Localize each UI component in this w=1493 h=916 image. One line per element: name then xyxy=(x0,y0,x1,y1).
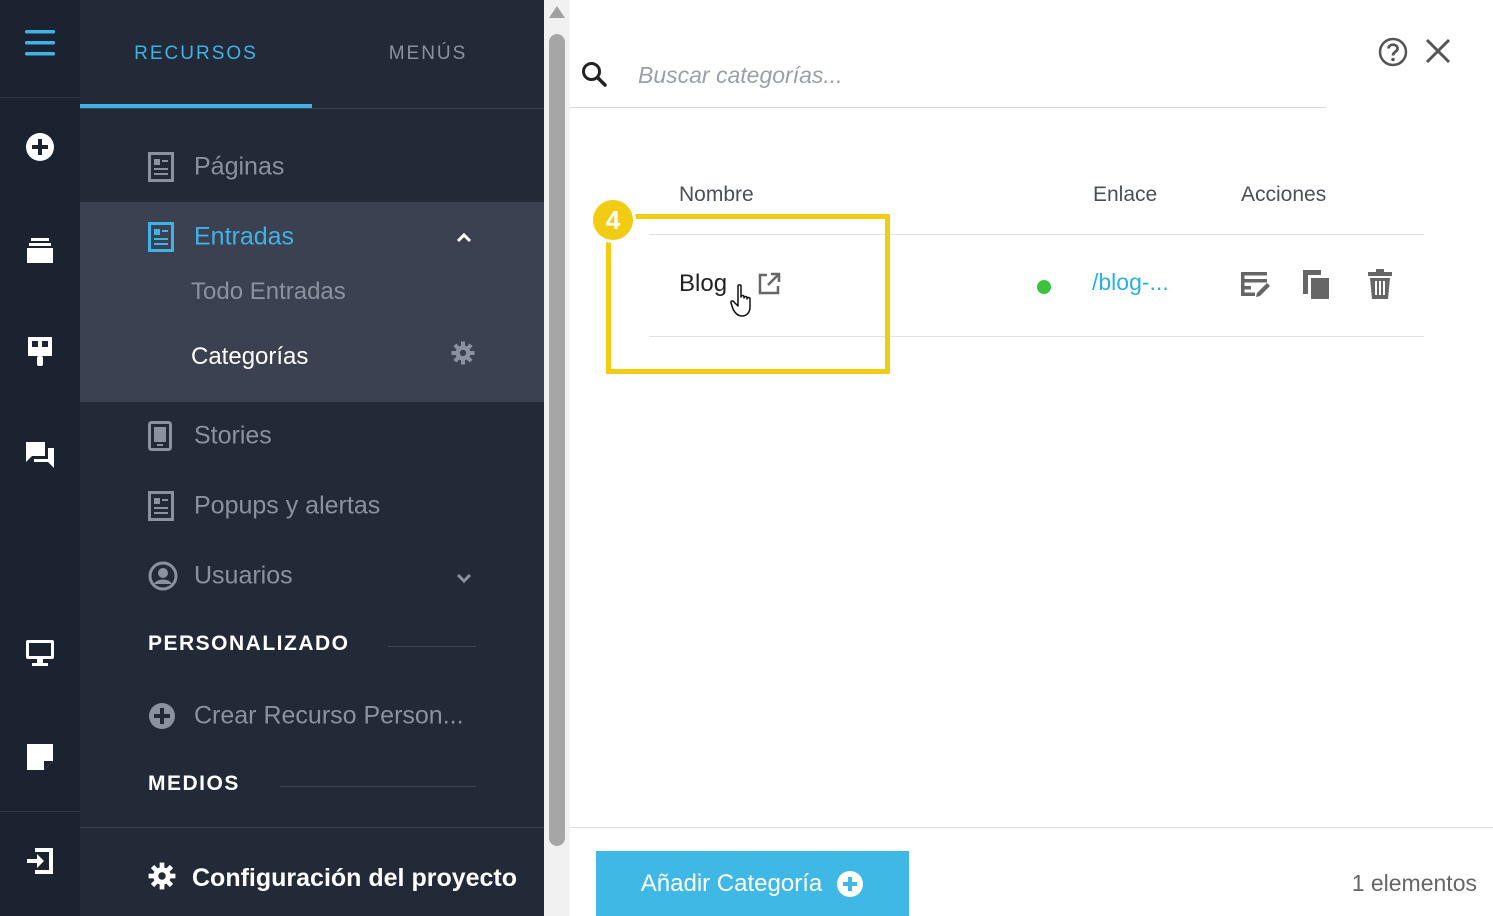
popup-icon xyxy=(148,491,174,521)
column-header-nombre[interactable]: Nombre xyxy=(679,183,754,207)
create-custom-resource[interactable]: Crear Recurso Person... xyxy=(80,681,544,751)
gear-icon xyxy=(148,862,176,895)
search-underline xyxy=(570,107,1326,108)
gear-icon[interactable] xyxy=(451,341,475,370)
sidebar-subitem-categorias[interactable]: Categorías xyxy=(191,343,308,371)
close-icon[interactable] xyxy=(1425,38,1451,69)
comments-icon[interactable] xyxy=(0,430,80,480)
sidebar-item-label: Entradas xyxy=(194,222,295,251)
add-category-label: Añadir Categoría xyxy=(640,869,823,897)
add-circle-icon xyxy=(836,870,864,898)
search-input[interactable] xyxy=(638,55,1318,95)
trash-icon[interactable] xyxy=(1367,268,1393,305)
chevron-up-icon[interactable] xyxy=(456,230,472,248)
sidebar-item-label: Usuarios xyxy=(194,561,293,590)
sidebar-item-label: Popups y alertas xyxy=(194,491,381,520)
section-divider xyxy=(388,646,476,647)
section-divider xyxy=(280,786,476,787)
config-divider xyxy=(80,827,544,828)
rail-divider xyxy=(0,811,80,812)
sidebar-item-paginas[interactable]: Páginas xyxy=(80,132,544,202)
footer-divider xyxy=(570,827,1493,828)
resources-stack-icon[interactable] xyxy=(0,225,80,275)
sidebar-item-entradas[interactable]: Entradas xyxy=(80,202,544,272)
hamburger-menu-icon[interactable] xyxy=(0,18,80,68)
rail-divider xyxy=(0,97,80,98)
tab-menus[interactable]: MENÚS xyxy=(312,0,544,108)
sidebar-item-label: Stories xyxy=(194,421,272,450)
user-icon xyxy=(148,561,178,591)
stories-icon xyxy=(148,421,172,451)
page-icon xyxy=(148,152,174,182)
search-icon xyxy=(581,61,607,92)
highlight-box xyxy=(606,214,890,374)
add-circle-icon[interactable] xyxy=(0,122,80,172)
category-link[interactable]: /blog-... xyxy=(1092,269,1169,296)
design-brush-icon[interactable] xyxy=(0,327,80,377)
tab-recursos[interactable]: RECURSOS xyxy=(80,0,312,108)
section-personalizado: PERSONALIZADO xyxy=(148,632,350,655)
status-indicator xyxy=(1037,280,1051,294)
sidebar-subitem-todo-entradas[interactable]: Todo Entradas xyxy=(191,278,346,306)
tab-divider xyxy=(80,108,544,109)
icon-rail xyxy=(0,0,80,916)
add-circle-icon xyxy=(148,702,176,730)
scroll-up-arrow-icon[interactable] xyxy=(549,6,565,18)
categories-main: Nombre Enlace Acciones Blog /blog-... 4 … xyxy=(570,0,1493,916)
entradas-group: Entradas Todo Entradas Categorías xyxy=(80,202,544,402)
entries-icon xyxy=(148,222,174,252)
sidebar-item-label: Crear Recurso Person... xyxy=(194,701,464,730)
column-header-acciones: Acciones xyxy=(1241,183,1327,206)
help-icon[interactable] xyxy=(1378,37,1408,72)
item-count: 1 elementos xyxy=(1351,870,1477,896)
duplicate-icon[interactable] xyxy=(1302,268,1330,305)
section-medios: MEDIOS xyxy=(148,772,240,795)
project-settings-button[interactable]: Configuración del proyecto xyxy=(148,862,517,895)
desktop-preview-icon[interactable] xyxy=(0,628,80,678)
sidebar-item-stories[interactable]: Stories xyxy=(80,401,544,471)
sidebar-item-popups[interactable]: Popups y alertas xyxy=(80,471,544,541)
add-category-button[interactable]: Añadir Categoría xyxy=(596,851,909,916)
scrollbar-thumb[interactable] xyxy=(549,34,565,846)
edit-icon[interactable] xyxy=(1239,268,1271,305)
project-settings-label: Configuración del proyecto xyxy=(192,864,518,892)
sidebar-item-usuarios[interactable]: Usuarios xyxy=(80,541,544,611)
sidebar-item-label: Páginas xyxy=(194,152,285,181)
step-badge: 4 xyxy=(590,197,636,243)
column-header-enlace: Enlace xyxy=(1093,183,1158,206)
resources-panel: RECURSOS MENÚS Páginas Entradas Todo Ent… xyxy=(80,0,544,916)
note-icon[interactable] xyxy=(0,732,80,782)
exit-icon[interactable] xyxy=(0,836,80,886)
chevron-down-icon[interactable] xyxy=(456,571,472,589)
